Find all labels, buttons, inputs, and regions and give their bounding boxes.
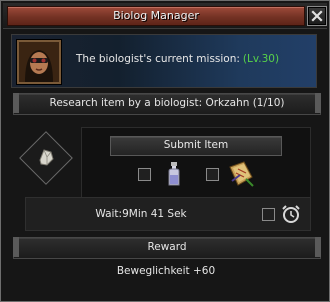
close-icon: [311, 10, 323, 22]
submit-area: Submit Item: [81, 127, 311, 199]
orkzahn-item-icon: [39, 149, 54, 166]
mission-description: The biologist's current mission: (Lv.30): [76, 53, 279, 65]
mission-panel: The biologist's current mission: (Lv.30): [11, 34, 317, 88]
window-title: Biolog Manager: [113, 9, 199, 22]
reward-value: Beweglichkeit +60: [116, 265, 216, 277]
potion-bottle-icon: [168, 162, 180, 186]
alarm-clock-icon: [282, 205, 300, 223]
title-bar: Biolog Manager: [3, 3, 327, 29]
mission-text: The biologist's current mission:: [76, 53, 240, 65]
wait-timer-text: Wait:9Min 41 Sek: [95, 208, 187, 220]
scroll-checkbox[interactable]: [206, 168, 219, 181]
speed-up-checkbox[interactable]: [262, 208, 275, 221]
potion-checkbox[interactable]: [138, 168, 151, 181]
reward-header-text: Reward: [147, 241, 187, 253]
submit-item-label: Submit Item: [163, 139, 229, 151]
mission-level: (Lv.30): [242, 53, 280, 65]
submit-item-button[interactable]: Submit Item: [110, 136, 282, 156]
reward-header: Reward: [13, 237, 321, 259]
biologist-portrait: [17, 40, 61, 84]
research-header-text: Research item by a biologist: Orkzahn (1…: [49, 97, 285, 109]
scroll-map-icon: [229, 161, 254, 187]
wait-timer-row: Wait:9Min 41 Sek: [25, 197, 311, 231]
title-plate: Biolog Manager: [7, 6, 305, 26]
close-button[interactable]: [307, 6, 327, 26]
research-header: Research item by a biologist: Orkzahn (1…: [13, 93, 321, 115]
biolog-manager-window: Biolog Manager The biologist's current m…: [0, 0, 330, 302]
